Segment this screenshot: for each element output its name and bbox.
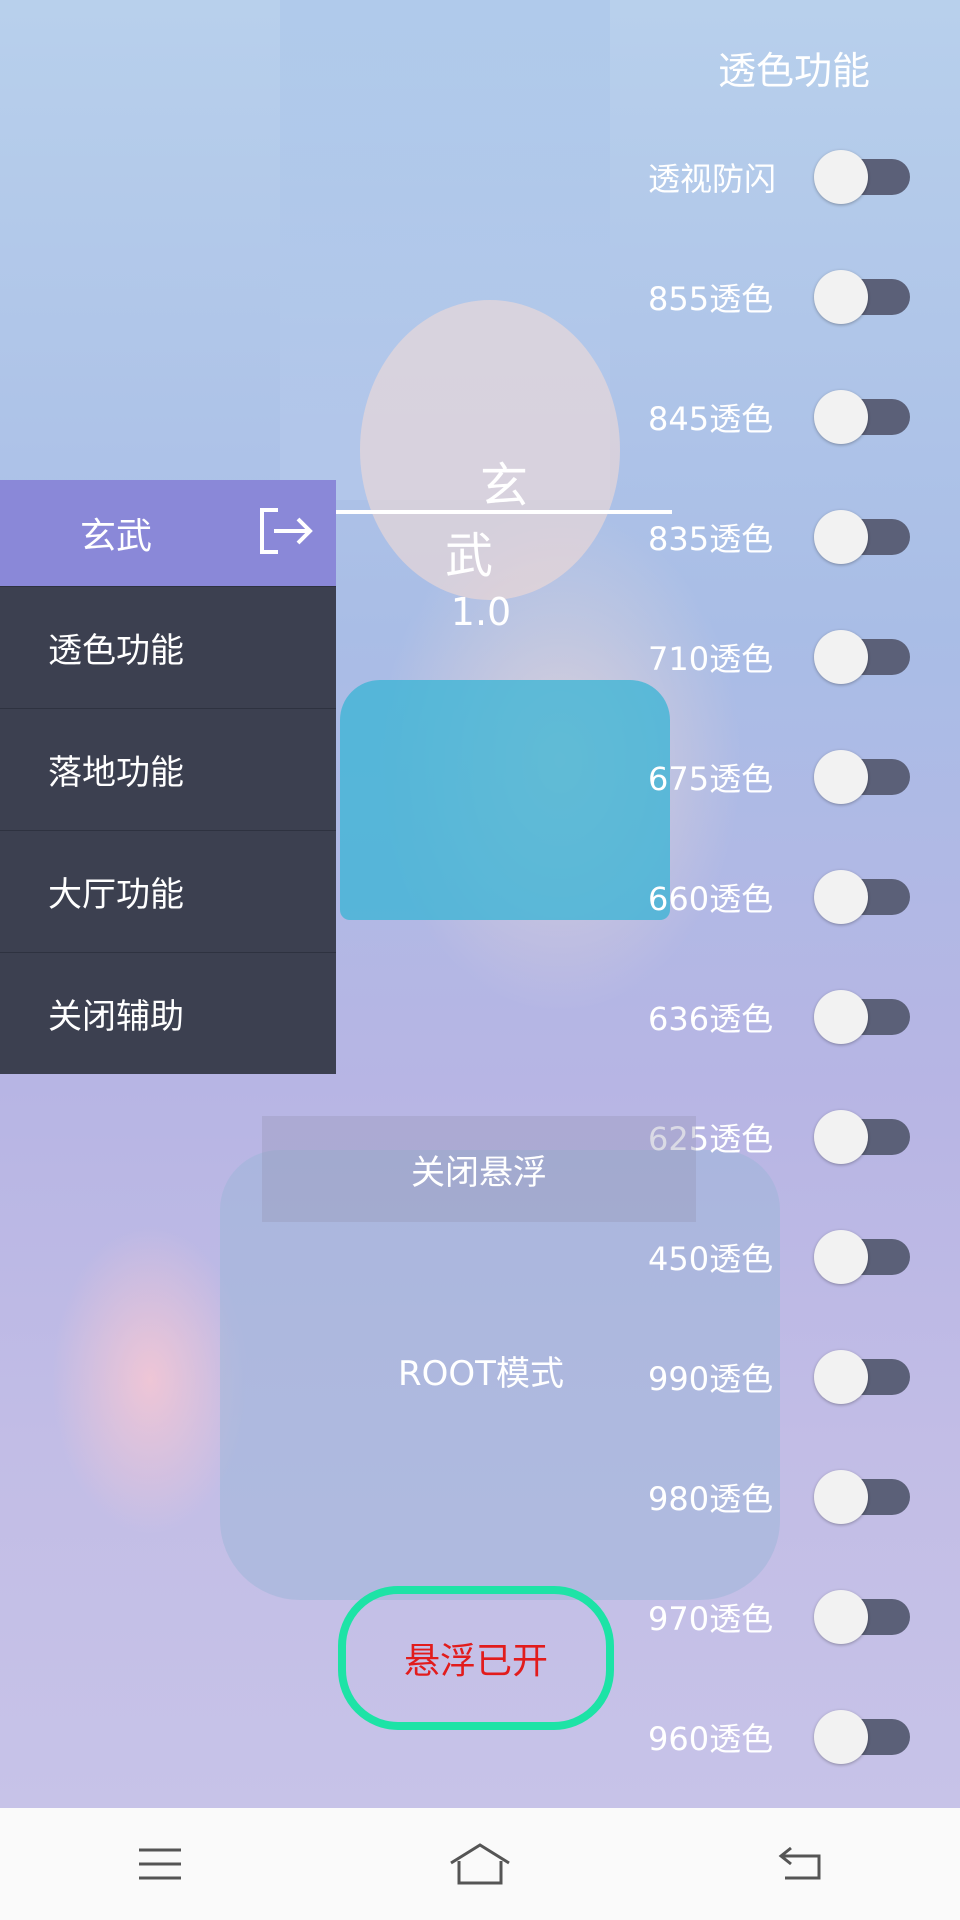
toggle-label: 710透色 bbox=[648, 640, 774, 678]
toggle-switch[interactable] bbox=[813, 630, 910, 684]
toggle-label: 675透色 bbox=[648, 760, 774, 798]
toggle-label: 855透色 bbox=[648, 280, 774, 318]
toggle-row: 980透色 bbox=[648, 1462, 910, 1532]
toggle-switch[interactable] bbox=[813, 1110, 910, 1164]
side-menu-item-tint[interactable]: 透色功能 bbox=[0, 586, 336, 708]
side-menu: 玄武 透色功能 落地功能 大厅功能 关闭辅助 bbox=[0, 480, 336, 1074]
app-title: 玄 武 bbox=[444, 458, 764, 584]
toggle-switch[interactable] bbox=[813, 1710, 910, 1764]
toggle-switch[interactable] bbox=[813, 150, 910, 204]
toggle-switch[interactable] bbox=[813, 1470, 910, 1524]
toggle-label: 960透色 bbox=[648, 1720, 774, 1758]
toggle-row: 675透色 bbox=[648, 742, 910, 812]
float-status-button[interactable]: 悬浮已开 bbox=[338, 1586, 614, 1730]
toggle-label: 970透色 bbox=[648, 1600, 774, 1638]
panel-title: 透色功能 bbox=[717, 49, 870, 93]
toggle-switch[interactable] bbox=[813, 510, 910, 564]
toggle-label: 660透色 bbox=[648, 880, 774, 918]
toggle-switch[interactable] bbox=[813, 1350, 910, 1404]
toggle-switch[interactable] bbox=[813, 750, 910, 804]
back-icon[interactable] bbox=[760, 1834, 840, 1894]
side-menu-item-close-assist[interactable]: 关闭辅助 bbox=[0, 952, 336, 1074]
toggle-label: 450透色 bbox=[648, 1240, 774, 1278]
toggle-switch[interactable] bbox=[813, 990, 910, 1044]
system-nav-bar bbox=[0, 1808, 960, 1920]
menu-icon[interactable] bbox=[120, 1834, 200, 1894]
toggle-row: 636透色 bbox=[648, 982, 910, 1052]
toggle-switch[interactable] bbox=[813, 390, 910, 444]
root-mode-button[interactable]: ROOT模式 bbox=[336, 1346, 626, 1395]
app-name: 玄武 bbox=[80, 516, 153, 557]
toggle-row: 970透色 bbox=[648, 1582, 910, 1652]
toggle-label: 透视防闪 bbox=[648, 160, 777, 198]
toggle-row: 透视防闪 bbox=[648, 142, 910, 212]
toggle-row: 710透色 bbox=[648, 622, 910, 692]
close-float-button[interactable]: 关闭悬浮 bbox=[262, 1116, 696, 1222]
home-icon[interactable] bbox=[440, 1834, 520, 1894]
side-menu-item-lobby[interactable]: 大厅功能 bbox=[0, 830, 336, 952]
background-figure-shirt bbox=[340, 680, 670, 920]
toggle-label: 845透色 bbox=[648, 400, 774, 438]
toggle-row: 960透色 bbox=[648, 1702, 910, 1772]
toggle-row: 660透色 bbox=[648, 862, 910, 932]
side-menu-item-landing[interactable]: 落地功能 bbox=[0, 708, 336, 830]
toggle-switch[interactable] bbox=[813, 270, 910, 324]
toggle-row: 835透色 bbox=[648, 502, 910, 572]
toggle-row: 990透色 bbox=[648, 1342, 910, 1412]
version-label: 1.0 bbox=[450, 590, 512, 634]
toggle-switch[interactable] bbox=[813, 1230, 910, 1284]
toggle-label: 636透色 bbox=[648, 1000, 774, 1038]
toggle-label: 990透色 bbox=[648, 1360, 774, 1398]
toggle-row: 855透色 bbox=[648, 262, 910, 332]
side-menu-header: 玄武 bbox=[0, 480, 336, 586]
title-underline bbox=[336, 510, 672, 514]
toggle-row: 450透色 bbox=[648, 1222, 910, 1292]
logout-icon[interactable] bbox=[256, 506, 316, 560]
toggle-label: 980透色 bbox=[648, 1480, 774, 1518]
toggle-switch[interactable] bbox=[813, 1590, 910, 1644]
toggle-switch[interactable] bbox=[813, 870, 910, 924]
toggle-row: 845透色 bbox=[648, 382, 910, 452]
toggle-label: 835透色 bbox=[648, 520, 774, 558]
